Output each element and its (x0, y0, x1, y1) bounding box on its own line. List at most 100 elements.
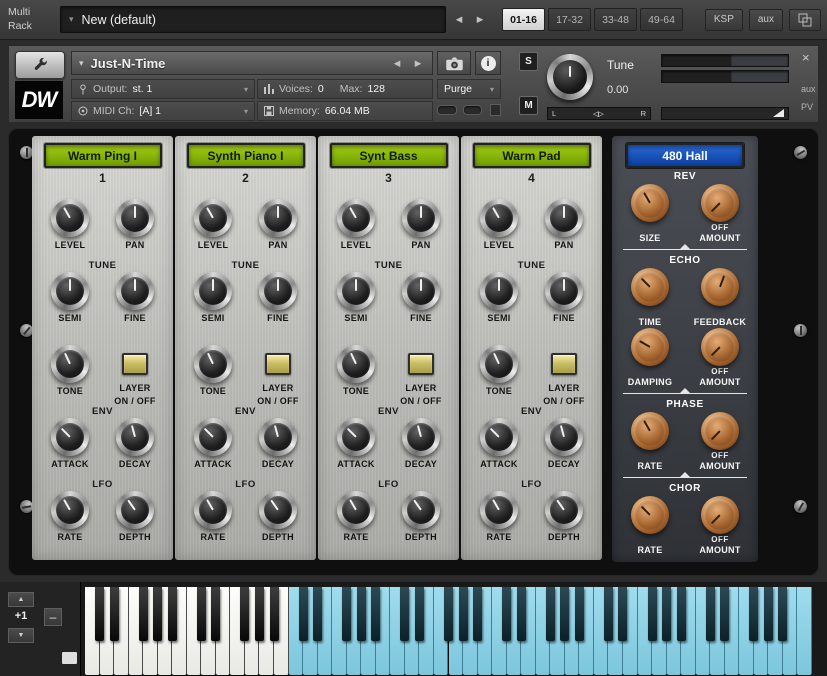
tone-knob[interactable] (337, 345, 375, 383)
piano-black-key[interactable] (677, 587, 686, 641)
attack-knob[interactable] (194, 418, 232, 456)
edit-instrument-button[interactable] (15, 51, 65, 79)
rate-knob[interactable] (51, 491, 89, 529)
tone-knob[interactable] (51, 345, 89, 383)
semi-knob[interactable] (480, 272, 518, 310)
piano-black-key[interactable] (342, 587, 351, 641)
piano-black-key[interactable] (720, 587, 729, 641)
depth-knob[interactable] (545, 491, 583, 529)
piano-black-key[interactable] (139, 587, 148, 641)
piano-black-key[interactable] (240, 587, 249, 641)
piano-black-key[interactable] (546, 587, 555, 641)
layer-on-off-button[interactable] (408, 353, 434, 375)
rate-knob[interactable] (631, 496, 669, 534)
aux-button[interactable]: aux (749, 9, 783, 31)
instrument-title-bar[interactable]: ▾ Just-N-Time ◀ ▶ (71, 51, 433, 75)
semi-knob[interactable] (51, 272, 89, 310)
layer-on-off-button[interactable] (551, 353, 577, 375)
channel-preset-display[interactable]: Warm Pad (473, 143, 591, 168)
piano-black-key[interactable] (357, 587, 366, 641)
damping-knob[interactable] (631, 328, 669, 366)
pan-knob[interactable] (402, 199, 440, 237)
fine-knob[interactable] (116, 272, 154, 310)
prev-page-arrow-icon[interactable]: ◀ (451, 9, 467, 31)
piano-black-key[interactable] (560, 587, 569, 641)
piano-white-key[interactable] (797, 587, 812, 675)
rate-knob[interactable] (194, 491, 232, 529)
pan-knob[interactable] (259, 199, 297, 237)
midi-channel-selector[interactable]: MIDI Ch: [A] 1 ▾ (71, 101, 255, 121)
fine-knob[interactable] (402, 272, 440, 310)
piano-black-key[interactable] (371, 587, 380, 641)
level-knob[interactable] (480, 199, 518, 237)
piano-black-key[interactable] (618, 587, 627, 641)
piano-black-key[interactable] (517, 587, 526, 641)
purge-button[interactable]: Purge ▾ (437, 79, 501, 99)
channel-preset-display[interactable]: Warm Ping I (44, 143, 162, 168)
keyboard-minus-button[interactable]: – (44, 608, 62, 626)
volume-slider[interactable] (661, 107, 789, 120)
depth-knob[interactable] (402, 491, 440, 529)
time-knob[interactable] (631, 268, 669, 306)
piano-black-key[interactable] (255, 587, 264, 641)
mute-button[interactable]: M (519, 96, 538, 115)
layer-on-off-button[interactable] (122, 353, 148, 375)
piano-black-key[interactable] (270, 587, 279, 641)
attack-knob[interactable] (337, 418, 375, 456)
decay-knob[interactable] (116, 418, 154, 456)
page-button-01-16[interactable]: 01-16 (502, 8, 545, 31)
level-knob[interactable] (51, 199, 89, 237)
master-tune-knob[interactable] (547, 54, 593, 100)
rate-knob[interactable] (480, 491, 518, 529)
piano-black-key[interactable] (575, 587, 584, 641)
tone-knob[interactable] (194, 345, 232, 383)
fine-knob[interactable] (545, 272, 583, 310)
size-knob[interactable] (631, 184, 669, 222)
solo-button[interactable]: S (519, 52, 538, 71)
workspace-button[interactable] (789, 9, 821, 31)
piano-black-key[interactable] (706, 587, 715, 641)
attack-knob[interactable] (51, 418, 89, 456)
semi-knob[interactable] (194, 272, 232, 310)
piano-black-key[interactable] (95, 587, 104, 641)
amount-knob[interactable] (701, 328, 739, 366)
rate-knob[interactable] (337, 491, 375, 529)
pan-knob[interactable] (545, 199, 583, 237)
piano-black-key[interactable] (662, 587, 671, 641)
next-page-arrow-icon[interactable]: ▶ (472, 9, 488, 31)
level-knob[interactable] (194, 199, 232, 237)
decay-knob[interactable] (545, 418, 583, 456)
piano-black-key[interactable] (473, 587, 482, 641)
multi-preset-dropdown[interactable]: ▾ New (default) (60, 6, 446, 33)
rate-knob[interactable] (631, 412, 669, 450)
amount-knob[interactable] (701, 184, 739, 222)
output-selector[interactable]: Output: st. 1 ▾ (71, 79, 255, 99)
page-button-17-32[interactable]: 17-32 (548, 8, 591, 31)
attack-knob[interactable] (480, 418, 518, 456)
amount-knob[interactable] (701, 496, 739, 534)
piano-black-key[interactable] (313, 587, 322, 641)
piano-black-key[interactable] (648, 587, 657, 641)
piano-black-key[interactable] (604, 587, 613, 641)
piano-black-key[interactable] (415, 587, 424, 641)
page-button-49-64[interactable]: 49-64 (640, 8, 683, 31)
level-knob[interactable] (337, 199, 375, 237)
depth-knob[interactable] (259, 491, 297, 529)
keyboard-scroll-handle[interactable] (62, 652, 77, 664)
amount-knob[interactable] (701, 412, 739, 450)
piano-black-key[interactable] (778, 587, 787, 641)
piano-black-key[interactable] (444, 587, 453, 641)
snapshot-button[interactable] (437, 51, 471, 75)
fine-knob[interactable] (259, 272, 297, 310)
next-instrument-icon[interactable]: ▶ (410, 52, 426, 74)
ksp-button[interactable]: KSP (705, 9, 743, 31)
piano-black-key[interactable] (211, 587, 220, 641)
fx-preset-display[interactable]: 480 Hall (626, 143, 744, 168)
feedback-knob[interactable] (701, 268, 739, 306)
decay-knob[interactable] (259, 418, 297, 456)
page-button-33-48[interactable]: 33-48 (594, 8, 637, 31)
octave-down-button[interactable]: ▼ (8, 628, 34, 643)
piano-black-key[interactable] (153, 587, 162, 641)
semi-knob[interactable] (337, 272, 375, 310)
pan-slider[interactable]: L ◁▷ R (547, 107, 651, 120)
